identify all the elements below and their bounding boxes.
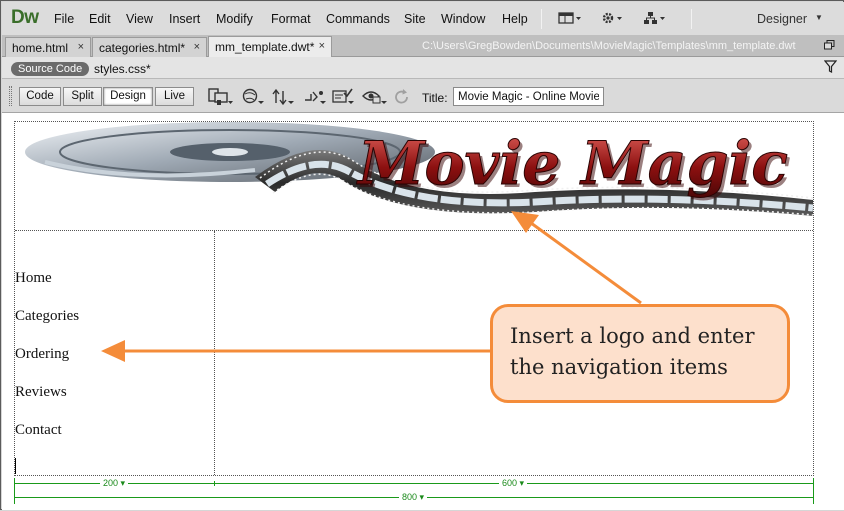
- restore-window-icon[interactable]: [824, 40, 835, 53]
- close-icon[interactable]: ×: [194, 41, 200, 53]
- workspace-label: Designer: [757, 12, 808, 26]
- check-browser-icon[interactable]: [304, 88, 328, 109]
- document-title-input[interactable]: [453, 87, 604, 106]
- menu-modify[interactable]: Modify: [216, 12, 253, 26]
- live-view-button[interactable]: Live: [155, 87, 194, 106]
- close-icon[interactable]: ×: [319, 40, 325, 52]
- document-toolbar: Code Split Design Live Title:: [2, 79, 844, 113]
- settings-gear-icon[interactable]: [600, 11, 624, 28]
- source-code-button[interactable]: Source Code: [11, 62, 90, 76]
- refresh-icon[interactable]: [394, 88, 410, 109]
- menu-format[interactable]: Format: [271, 12, 311, 26]
- callout-line-2: the navigation items: [510, 355, 728, 379]
- related-file-styles[interactable]: styles.css*: [94, 62, 151, 76]
- menu-window[interactable]: Window: [441, 12, 485, 26]
- template-layout-table[interactable]: Movie Magic Movie Magic Home Categories …: [14, 121, 814, 476]
- validate-markup-icon[interactable]: [332, 88, 356, 109]
- tab-categories[interactable]: categories.html* ×: [92, 37, 207, 57]
- menu-commands[interactable]: Commands: [326, 12, 390, 26]
- code-view-button[interactable]: Code: [19, 87, 61, 106]
- chevron-down-icon: ▼: [815, 13, 823, 22]
- navigation-cell[interactable]: Home Categories Ordering Reviews Contact: [15, 231, 215, 475]
- document-tab-bar: home.html × categories.html* × mm_templa…: [2, 35, 844, 57]
- tab-mm-template[interactable]: mm_template.dwt* ×: [208, 36, 332, 57]
- svg-text:Movie Magic: Movie Magic: [356, 129, 788, 199]
- related-files-bar: Source Code styles.css*: [2, 57, 844, 79]
- nav-item-home[interactable]: Home: [15, 270, 52, 287]
- menu-edit[interactable]: Edit: [89, 12, 111, 26]
- menu-view[interactable]: View: [126, 12, 153, 26]
- tab-label: mm_template.dwt*: [215, 40, 315, 54]
- table-width-guides: 200 ▾ 600 ▾ 800 ▾: [14, 478, 814, 504]
- nav-item-contact[interactable]: Contact: [15, 422, 62, 439]
- nav-item-ordering[interactable]: Ordering: [15, 346, 69, 363]
- column-width-left[interactable]: 200 ▾: [100, 478, 129, 489]
- menu-separator: [541, 9, 542, 29]
- movie-magic-logo: Movie Magic Movie Magic: [25, 122, 813, 216]
- multiscreen-icon[interactable]: [208, 88, 234, 109]
- tab-label: home.html: [12, 41, 69, 55]
- tab-label: categories.html*: [99, 41, 186, 55]
- nav-item-reviews[interactable]: Reviews: [15, 384, 67, 401]
- text-cursor: [15, 458, 16, 474]
- menu-separator: [691, 9, 692, 29]
- file-management-icon[interactable]: [272, 88, 296, 109]
- close-icon[interactable]: ×: [78, 41, 84, 53]
- tab-home[interactable]: home.html ×: [5, 37, 91, 57]
- preview-browser-icon[interactable]: [242, 88, 266, 109]
- site-structure-icon[interactable]: [643, 11, 667, 28]
- annotation-callout: Insert a logo and enter the navigation i…: [490, 304, 790, 403]
- menu-help[interactable]: Help: [502, 12, 528, 26]
- menu-file[interactable]: File: [54, 12, 74, 26]
- split-view-button[interactable]: Split: [63, 87, 102, 106]
- dreamweaver-window: Dw File Edit View Insert Modify Format C…: [0, 0, 844, 510]
- menu-insert[interactable]: Insert: [169, 12, 200, 26]
- toolbar-grip[interactable]: [9, 86, 12, 106]
- guide-tick: [813, 478, 814, 504]
- menu-site[interactable]: Site: [404, 12, 426, 26]
- app-logo: Dw: [11, 7, 39, 28]
- guide-tick: [14, 478, 15, 504]
- layout-icon[interactable]: [558, 11, 582, 28]
- table-width-total[interactable]: 800 ▾: [399, 492, 428, 503]
- workspace-switcher[interactable]: Designer ▼: [745, 7, 833, 31]
- nav-item-categories[interactable]: Categories: [15, 308, 79, 325]
- title-label: Title:: [422, 91, 448, 105]
- callout-line-1: Insert a logo and enter: [510, 324, 755, 348]
- visual-aids-icon[interactable]: [362, 88, 388, 109]
- column-width-line: [14, 483, 814, 484]
- header-logo-cell[interactable]: Movie Magic Movie Magic: [15, 122, 813, 231]
- filter-icon[interactable]: [823, 60, 838, 77]
- design-view-button[interactable]: Design: [103, 87, 153, 106]
- column-width-right[interactable]: 600 ▾: [499, 478, 528, 489]
- file-path: C:\Users\GregBowden\Documents\MovieMagic…: [422, 40, 796, 52]
- menu-bar: Dw File Edit View Insert Modify Format C…: [2, 2, 844, 35]
